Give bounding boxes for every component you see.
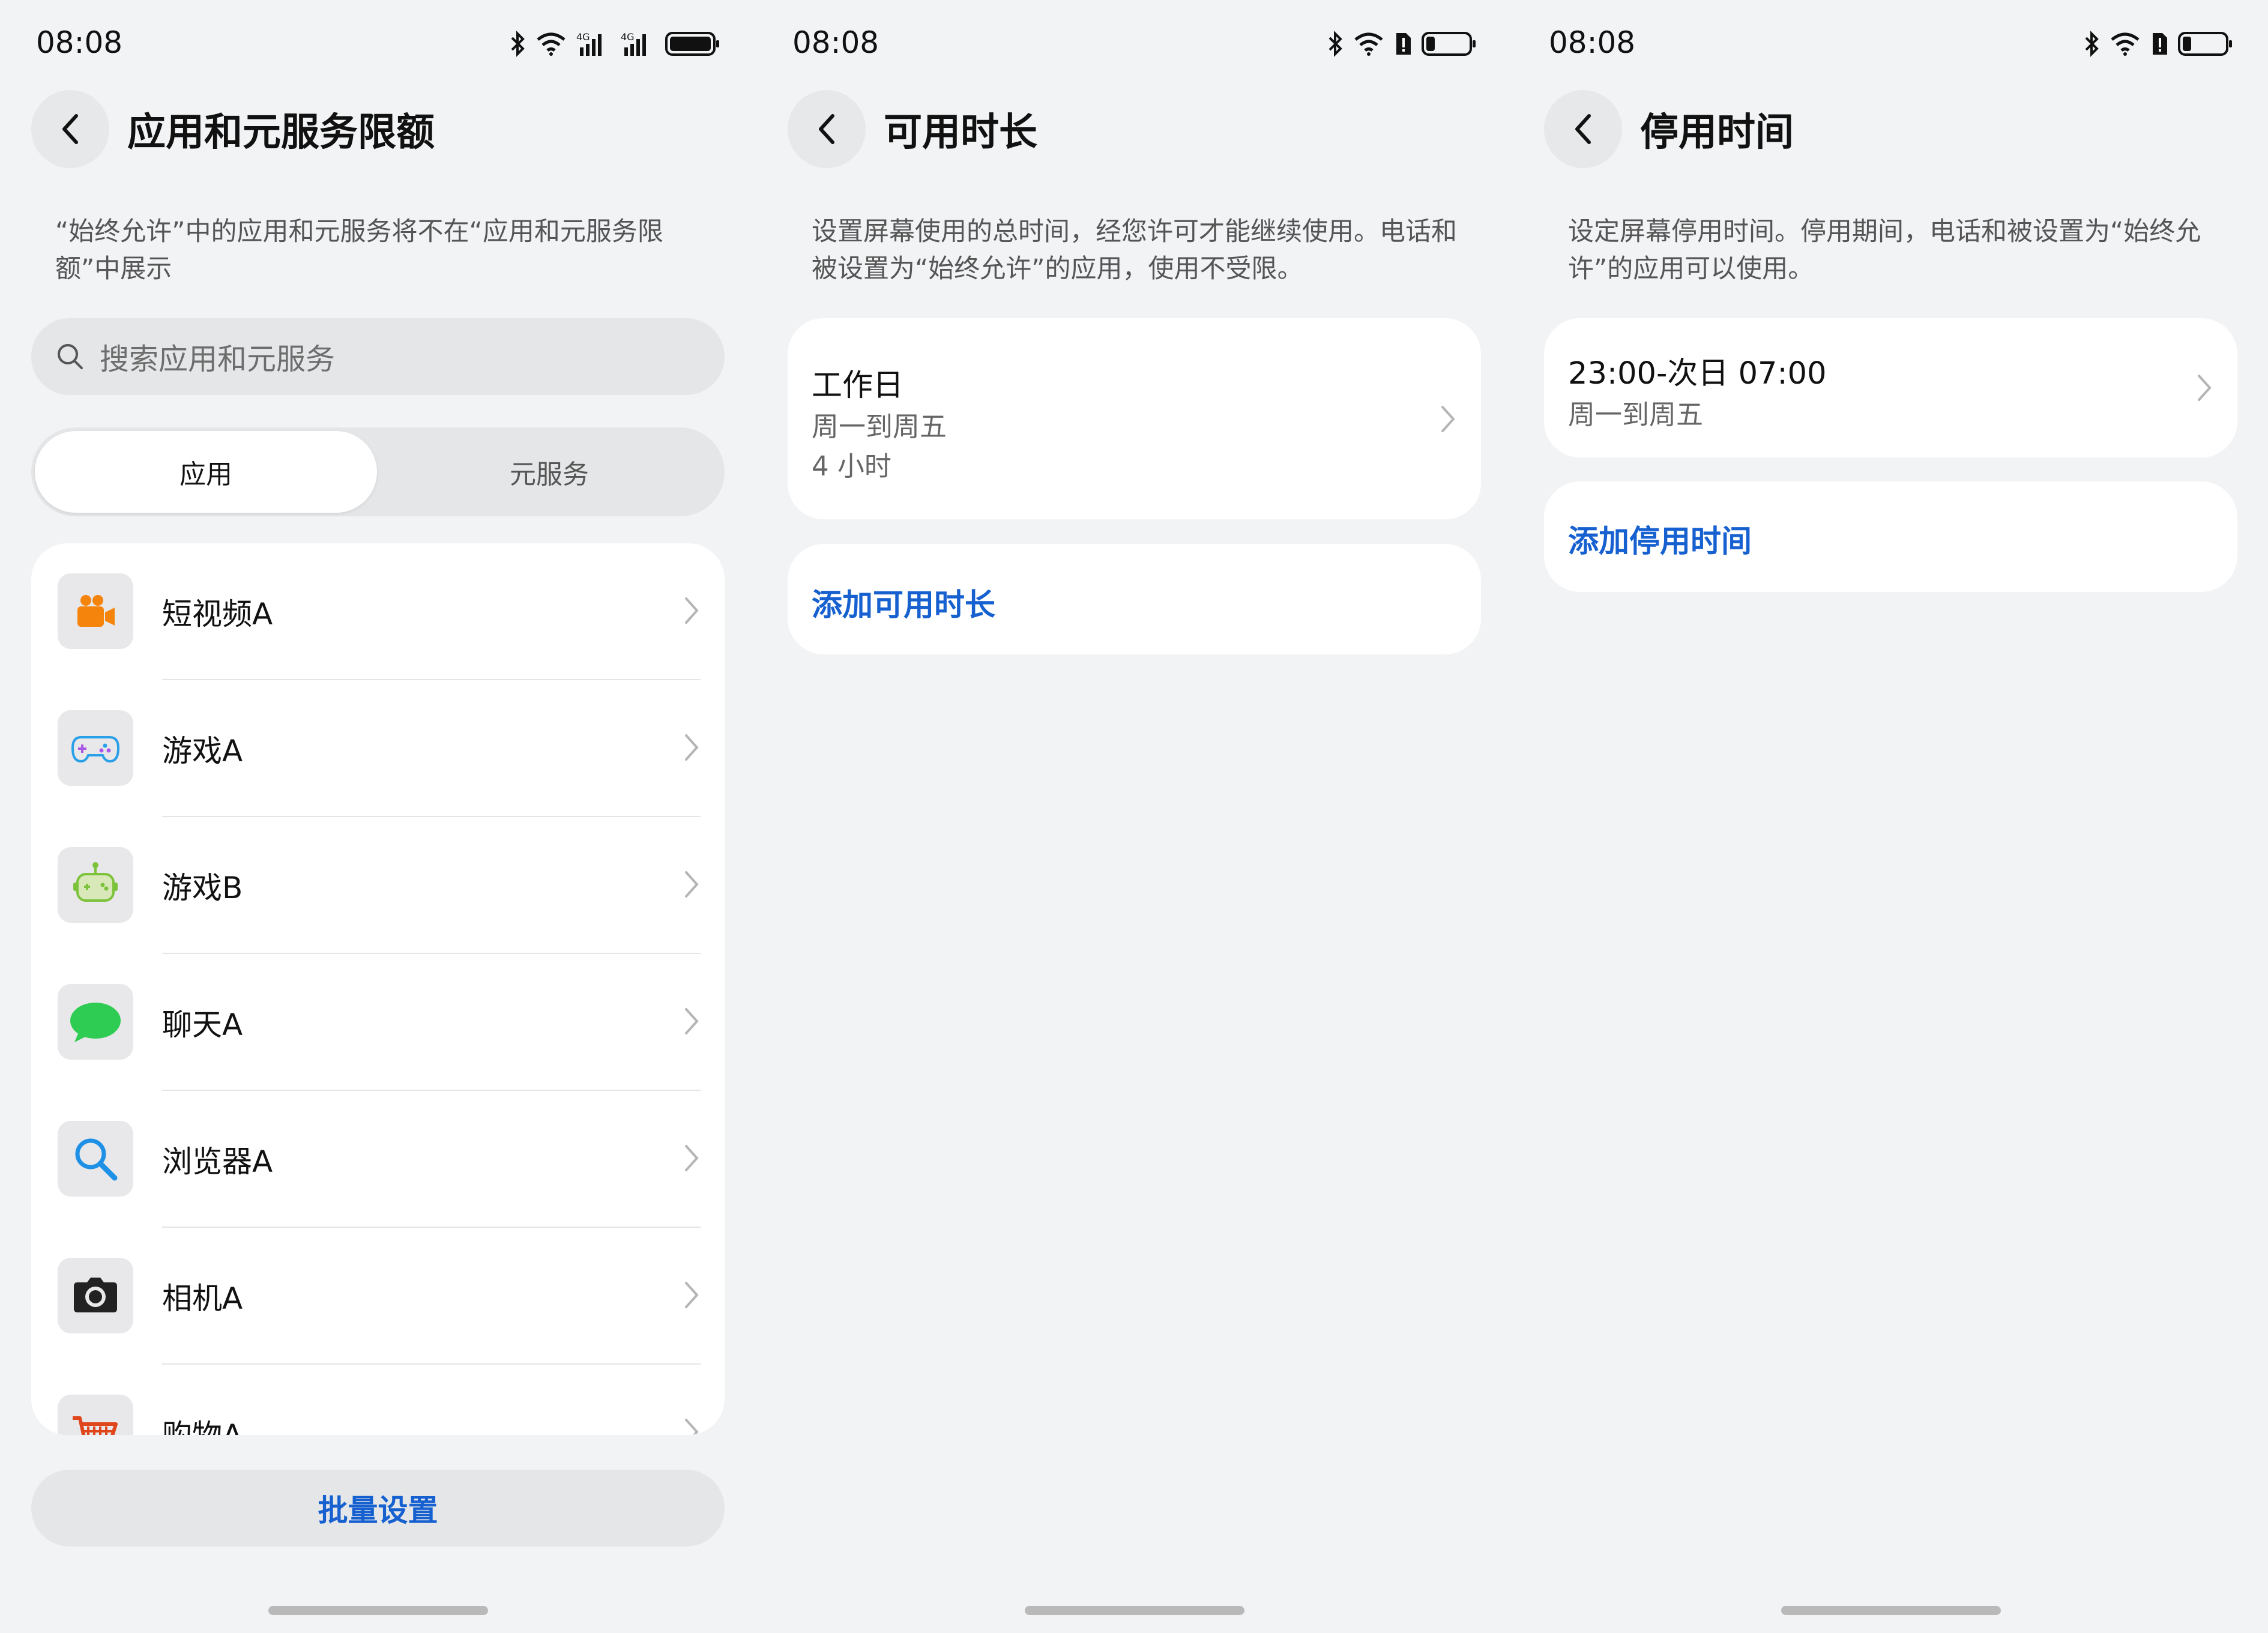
- chevron-left-icon: [62, 114, 78, 144]
- page-title: 可用时长: [884, 110, 1037, 155]
- chevron-right-icon: [685, 597, 699, 624]
- svg-text:4G: 4G: [621, 31, 635, 43]
- chevron-right-icon: [685, 1419, 699, 1435]
- chevron-left-icon: [819, 114, 834, 144]
- chevron-right-icon: [685, 1282, 699, 1308]
- wifi-icon: [1354, 32, 1383, 56]
- list-item-label: 游戏B: [162, 871, 243, 905]
- home-indicator[interactable]: [1781, 1606, 2001, 1615]
- video-camera-icon: [58, 573, 133, 649]
- status-time: 08:08: [36, 25, 123, 60]
- home-indicator[interactable]: [268, 1606, 488, 1615]
- list-item-browser-a[interactable]: 浏览器A: [31, 1091, 725, 1228]
- bluetooth-icon: [511, 31, 525, 57]
- chevron-left-icon: [1575, 114, 1591, 144]
- app-list: 短视频A 游戏A 游戏B 聊天A 浏览器A 相机A: [31, 543, 725, 1435]
- add-downtime-button[interactable]: 添加停用时间: [1544, 481, 2237, 592]
- search-input[interactable]: 搜索应用和元服务: [31, 318, 725, 395]
- battery-low-icon: [2178, 32, 2232, 56]
- entry-days: 周一到周五: [812, 411, 947, 442]
- back-button[interactable]: [1544, 90, 1622, 168]
- battery-low-icon: [1422, 32, 1476, 56]
- list-item-short-video[interactable]: 短视频A: [31, 543, 725, 680]
- tab-apps[interactable]: 应用: [35, 431, 377, 513]
- sim-alert-icon: [2153, 33, 2167, 55]
- downtime-screen: 08:08 停用时间 设定屏幕停用时间。停用期间，电话和被设置为“始终允许”的应…: [1513, 0, 2268, 1633]
- entry-duration: 4 小时: [812, 450, 891, 482]
- list-item-label: 聊天A: [162, 1007, 243, 1042]
- chevron-right-icon: [685, 1008, 699, 1034]
- wifi-icon: [2111, 32, 2140, 56]
- downtime-entry[interactable]: 23:00-次日 07:00 周一到周五: [1544, 318, 2237, 457]
- page-description: “始终允许”中的应用和元服务将不在“应用和元服务限额”中展示: [55, 217, 663, 284]
- page-header: 停用时间: [1544, 90, 1794, 168]
- status-icons: [1328, 29, 1477, 59]
- chevron-right-icon: [685, 871, 699, 898]
- wifi-icon: [537, 32, 565, 56]
- back-button[interactable]: [31, 90, 109, 168]
- entry-time-range: 23:00-次日 07:00: [1568, 356, 1827, 391]
- chevron-right-icon: [685, 1145, 699, 1171]
- status-time: 08:08: [1549, 25, 1636, 60]
- sim-alert-icon: [1396, 33, 1411, 55]
- chat-bubble-icon: [58, 984, 133, 1060]
- list-item-game-b[interactable]: 游戏B: [31, 817, 725, 954]
- entry-days: 周一到周五: [1568, 399, 1704, 430]
- add-available-time-button[interactable]: 添加可用时长: [788, 544, 1481, 654]
- chevron-right-icon: [2198, 375, 2212, 401]
- gamepad-icon: [58, 710, 133, 786]
- status-icons: 4G 4G: [510, 29, 720, 59]
- robot-game-icon: [58, 847, 133, 923]
- page-description: 设置屏幕使用的总时间，经您许可才能继续使用。电话和被设置为“始终允许”的应用，使…: [812, 217, 1457, 284]
- svg-text:4G: 4G: [576, 31, 590, 43]
- list-item-chat-a[interactable]: 聊天A: [31, 954, 725, 1091]
- bulk-settings-button[interactable]: 批量设置: [31, 1470, 725, 1547]
- page-header: 应用和元服务限额: [31, 90, 435, 168]
- add-button-label: 添加停用时间: [1568, 524, 1752, 560]
- bluetooth-icon: [1329, 31, 1342, 57]
- page-header: 可用时长: [788, 90, 1037, 168]
- status-bar: 08:08: [792, 25, 1477, 61]
- page-title: 应用和元服务限额: [127, 110, 435, 155]
- status-icons: [2084, 29, 2233, 59]
- signal-4g-icon-2: 4G: [621, 31, 646, 56]
- add-button-label: 添加可用时长: [812, 588, 996, 623]
- chevron-right-icon: [1441, 406, 1455, 432]
- camera-icon: [58, 1258, 133, 1333]
- entry-title: 工作日: [812, 368, 904, 403]
- search-placeholder: 搜索应用和元服务: [100, 342, 336, 376]
- status-bar: 08:08 4G 4G: [36, 25, 720, 61]
- list-item-label: 短视频A: [162, 597, 273, 632]
- time-limit-entry[interactable]: 工作日 周一到周五 4 小时: [788, 318, 1481, 519]
- list-item-camera-a[interactable]: 相机A: [31, 1228, 725, 1365]
- list-item-label: 游戏A: [162, 734, 243, 768]
- shopping-cart-icon: [58, 1395, 133, 1435]
- magnifier-icon: [58, 1121, 133, 1197]
- list-item-label: 浏览器A: [162, 1144, 273, 1179]
- home-indicator[interactable]: [1025, 1606, 1244, 1615]
- segmented-tabs: 应用 元服务: [31, 427, 725, 516]
- available-time-screen: 08:08 可用时长 设置屏幕使用的总时间，经您许可才能继续使用。电话和被设置为…: [756, 0, 1513, 1633]
- app-limits-screen: 08:08 4G 4G 应用和元服务限额 “始终允许”中的应用和元服务将不在“应…: [0, 0, 756, 1633]
- battery-full-icon: [665, 32, 719, 56]
- list-item-label: 购物A: [162, 1411, 243, 1435]
- tab-atomic-services[interactable]: 元服务: [378, 431, 720, 513]
- list-item-shopping-a[interactable]: 购物A: [31, 1365, 725, 1435]
- status-time: 08:08: [792, 25, 879, 60]
- back-button[interactable]: [788, 90, 866, 168]
- page-title: 停用时间: [1640, 110, 1794, 155]
- status-bar: 08:08: [1549, 25, 2233, 61]
- search-icon: [58, 344, 83, 369]
- page-description: 设定屏幕停用时间。停用期间，电话和被设置为“始终允许”的应用可以使用。: [1568, 217, 2201, 284]
- signal-4g-icon: 4G: [576, 31, 602, 56]
- bluetooth-icon: [2085, 31, 2099, 57]
- list-item-label: 相机A: [162, 1281, 243, 1316]
- list-item-game-a[interactable]: 游戏A: [31, 680, 725, 817]
- chevron-right-icon: [685, 734, 699, 761]
